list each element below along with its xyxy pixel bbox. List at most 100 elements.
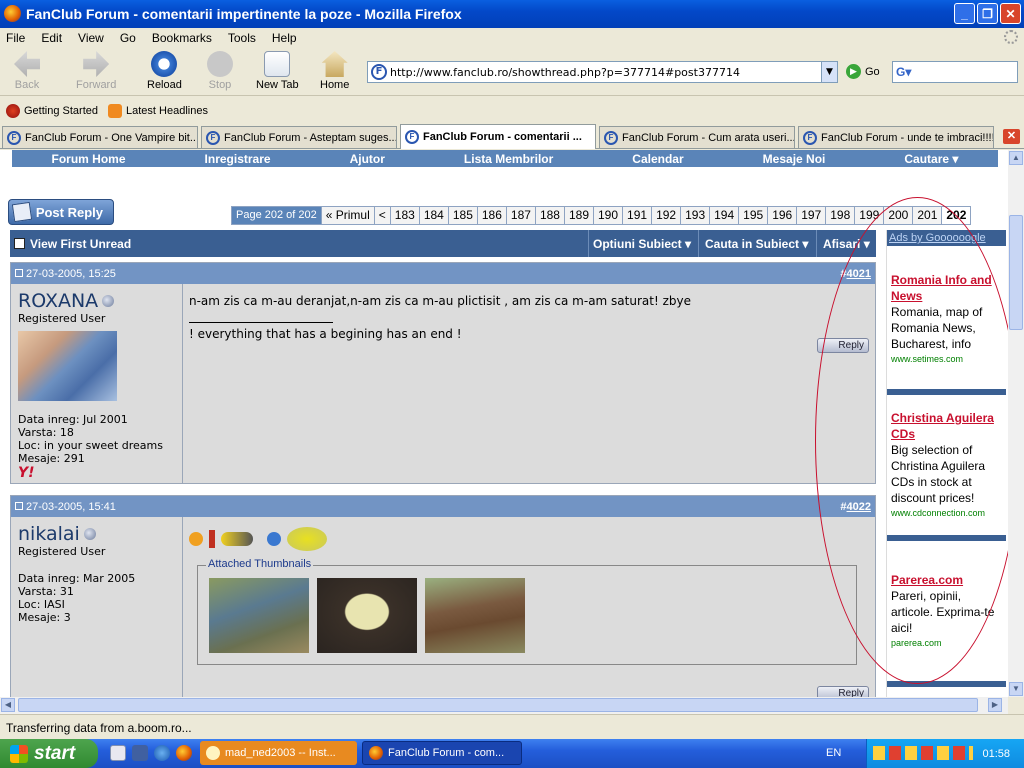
- scroll-right-arrow[interactable]: ▶: [988, 698, 1002, 712]
- task-firefox[interactable]: FanClub Forum - com...: [362, 741, 522, 765]
- menu-edit[interactable]: Edit: [41, 31, 62, 45]
- go-button[interactable]: ▶ Go: [846, 64, 880, 79]
- home-button[interactable]: Home: [320, 51, 349, 91]
- start-button[interactable]: start: [0, 739, 98, 768]
- attachments-box: Attached Thumbnails: [197, 558, 857, 665]
- menu-tools[interactable]: Tools: [228, 31, 256, 45]
- google-search-icon: G▾: [896, 65, 912, 79]
- view-first-unread-link[interactable]: View First Unread: [30, 237, 131, 251]
- reply-button[interactable]: Reply: [817, 686, 869, 697]
- reload-button[interactable]: Reload: [147, 51, 182, 91]
- menu-view[interactable]: View: [78, 31, 104, 45]
- page-link[interactable]: 183: [389, 207, 419, 224]
- vertical-scrollbar[interactable]: ▲ ▼: [1008, 150, 1024, 697]
- quicklaunch-desktop-icon[interactable]: [110, 745, 126, 761]
- bookmark-latest-headlines[interactable]: Latest Headlines: [108, 103, 208, 118]
- stop-button[interactable]: Stop: [207, 51, 233, 91]
- page-first-link[interactable]: « Primul: [320, 207, 374, 224]
- system-tray: 01:58: [866, 739, 1024, 768]
- emoticon-icon: [189, 532, 203, 546]
- menu-bookmarks[interactable]: Bookmarks: [152, 31, 212, 45]
- search-box[interactable]: G▾: [892, 61, 1018, 83]
- page-link[interactable]: 193: [680, 207, 710, 224]
- page-link[interactable]: 186: [476, 207, 506, 224]
- author-name-link[interactable]: ROXANA: [18, 290, 182, 312]
- tab-comentarii-active[interactable]: F FanClub Forum - comentarii ...: [400, 124, 596, 149]
- page-link[interactable]: 188: [534, 207, 564, 224]
- tab-unde-te-imbraci[interactable]: F FanClub Forum - unde te imbraci!!!!: [798, 126, 994, 148]
- scroll-down-arrow[interactable]: ▼: [1009, 682, 1023, 696]
- nav-mesaje-noi[interactable]: Mesaje Noi: [763, 152, 826, 166]
- quicklaunch-media-icon[interactable]: [132, 745, 148, 761]
- quicklaunch-firefox-icon[interactable]: [176, 745, 192, 761]
- post-body: Attached Thumbnails: [189, 517, 871, 697]
- page-link[interactable]: 187: [505, 207, 535, 224]
- horizontal-scroll-thumb[interactable]: [18, 698, 978, 712]
- page-link[interactable]: 198: [825, 207, 855, 224]
- thumbnail-train-1[interactable]: [209, 578, 309, 653]
- close-window-button[interactable]: ✕: [1000, 3, 1021, 24]
- tab-favicon: F: [604, 130, 618, 145]
- post-status-icon: [15, 501, 23, 510]
- quicklaunch-ie-icon[interactable]: [154, 745, 170, 761]
- nav-lista-membrilor[interactable]: Lista Membrilor: [464, 152, 553, 166]
- scroll-up-arrow[interactable]: ▲: [1009, 151, 1023, 165]
- firefox-task-icon: [369, 746, 383, 760]
- menu-file[interactable]: File: [6, 31, 25, 45]
- thumbnail-leaf[interactable]: [317, 578, 417, 653]
- page-link[interactable]: 189: [563, 207, 593, 224]
- page-prev-link[interactable]: <: [373, 207, 390, 224]
- page-link[interactable]: 184: [418, 207, 448, 224]
- nav-ajutor[interactable]: Ajutor: [350, 152, 385, 166]
- scroll-left-arrow[interactable]: ◀: [1, 698, 15, 712]
- signature-divider: [189, 322, 333, 323]
- address-bar[interactable]: F http://www.fanclub.ro/showthread.php?p…: [367, 61, 838, 83]
- page-link[interactable]: 190: [593, 207, 623, 224]
- tab-cum-arata[interactable]: F FanClub Forum - Cum arata useri...: [599, 126, 795, 148]
- address-dropdown-button[interactable]: ▼: [821, 62, 837, 82]
- thread-options-menu[interactable]: Optiuni Subiect ▾: [593, 237, 691, 251]
- home-icon: [321, 51, 348, 77]
- page-link[interactable]: 194: [709, 207, 739, 224]
- page-link[interactable]: 195: [738, 207, 768, 224]
- page-link[interactable]: 191: [622, 207, 652, 224]
- thumbnail-train-2[interactable]: [425, 578, 525, 653]
- tab-favicon: F: [803, 130, 817, 145]
- yahoo-messenger-icon[interactable]: Y!: [18, 465, 182, 481]
- tab-asteptam[interactable]: F FanClub Forum - Asteptam suges...: [201, 126, 397, 148]
- search-thread-menu[interactable]: Cauta in Subiect ▾: [705, 237, 808, 251]
- messenger-icon: [206, 746, 220, 760]
- close-tab-button[interactable]: ✕: [1003, 129, 1020, 144]
- page-link[interactable]: 192: [651, 207, 681, 224]
- nav-forum-home[interactable]: Forum Home: [52, 152, 126, 166]
- author-join-date: Data inreg: Jul 2001: [18, 413, 128, 426]
- menu-go[interactable]: Go: [120, 31, 136, 45]
- rss-feed-icon: [108, 103, 122, 118]
- pagination: Page 202 of 202 « Primul < 183 184 185 1…: [231, 206, 972, 225]
- maximize-button[interactable]: ❐: [977, 3, 998, 24]
- back-button[interactable]: Back: [14, 51, 40, 91]
- post-reply-button[interactable]: Post Reply: [8, 199, 114, 225]
- horizontal-scrollbar[interactable]: ◀ ▶: [0, 697, 1008, 714]
- author-name-link[interactable]: nikalai: [18, 523, 182, 545]
- author-name: nikalai: [18, 523, 80, 545]
- nav-cautare[interactable]: Cautare ▾: [904, 152, 958, 166]
- page-link[interactable]: 196: [767, 207, 797, 224]
- nav-inregistrare[interactable]: Inregistrare: [205, 152, 271, 166]
- page-link[interactable]: 197: [796, 207, 826, 224]
- status-bar: Transferring data from a.boom.ro...: [0, 714, 1024, 739]
- language-indicator[interactable]: EN: [826, 747, 841, 759]
- bookmark-getting-started[interactable]: Getting Started: [6, 103, 98, 118]
- tab-one-vampire[interactable]: F FanClub Forum - One Vampire bit...: [2, 126, 198, 148]
- forward-button[interactable]: Forward: [76, 51, 116, 91]
- tab-favicon: F: [206, 130, 220, 145]
- minimize-button[interactable]: _: [954, 3, 975, 24]
- nav-calendar[interactable]: Calendar: [632, 152, 683, 166]
- vertical-scroll-thumb[interactable]: [1009, 215, 1023, 330]
- emoticon-icon: [287, 527, 327, 551]
- menu-help[interactable]: Help: [272, 31, 297, 45]
- task-messenger[interactable]: mad_ned2003 -- Inst...: [200, 741, 357, 765]
- new-tab-button[interactable]: New Tab: [256, 51, 299, 91]
- page-link[interactable]: 185: [447, 207, 477, 224]
- tray-icons[interactable]: [873, 746, 973, 760]
